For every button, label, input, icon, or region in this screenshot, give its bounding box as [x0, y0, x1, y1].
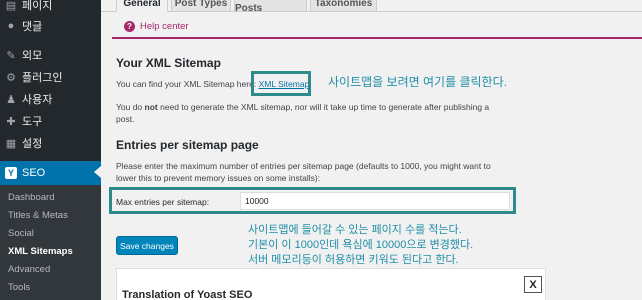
sidebar-item-label: 외모	[22, 50, 43, 62]
help-divider	[112, 37, 642, 39]
close-button[interactable]: X	[524, 276, 542, 293]
sidebar-item-appearance[interactable]: ✎ 외모	[0, 44, 101, 66]
comment-icon: ●	[7, 20, 15, 32]
sidebar-item-label: 댓글	[22, 21, 43, 33]
entries-desc-line2: lower this to prevent memory issues on s…	[116, 173, 321, 183]
help-center-label: Help center	[140, 21, 189, 32]
note-suffix: need to generate the XML sitemap, nor wi…	[157, 102, 490, 112]
submenu-xml-sitemaps[interactable]: XML Sitemaps	[8, 246, 73, 257]
submenu-advanced[interactable]: Advanced	[8, 264, 50, 275]
submenu-dashboard[interactable]: Dashboard	[8, 192, 54, 203]
sidebar-item-plugins[interactable]: ⚙ 플러그인	[0, 66, 101, 88]
settings-icon: ▦	[5, 137, 17, 150]
tab-post-types[interactable]: Post Types	[171, 0, 231, 12]
page-icon: ▤	[5, 0, 17, 12]
entries-heading: Entries per sitemap page	[116, 138, 259, 152]
xml-sitemap-heading: Your XML Sitemap	[116, 56, 221, 70]
sidebar-item-comments[interactable]: ● 댓글	[0, 15, 101, 37]
sidebar-item-tools[interactable]: ✚ 도구	[0, 110, 101, 132]
seo-submenu: Dashboard Titles & Metas Social XML Site…	[0, 185, 101, 300]
sitemap-link-callout	[251, 71, 311, 96]
sidebar-item-label: 도구	[22, 116, 43, 128]
submenu-titles-metas[interactable]: Titles & Metas	[8, 210, 68, 221]
sidebar-item-label: 페이지	[22, 0, 53, 12]
sidebar-item-settings[interactable]: ▦ 설정	[0, 132, 101, 154]
sidebar-item-label: 플러그인	[22, 72, 63, 84]
annotation-entries-line3: 서버 메모리등이 허용하면 키워도 된다고 한다.	[248, 254, 459, 266]
tab-taxonomies[interactable]: Taxonomies	[310, 0, 377, 12]
submenu-tools[interactable]: Tools	[8, 282, 30, 293]
admin-sidebar: ▤ 페이지 ● 댓글 ✎ 외모 ⚙ 플러그인 ♟ 사용자 ✚ 도구 ▦ 설정 Y…	[0, 0, 101, 300]
note-prefix: You do	[116, 102, 145, 112]
sidebar-item-label: 사용자	[22, 94, 53, 106]
yoast-icon: Y	[5, 167, 17, 179]
active-indicator	[94, 166, 101, 178]
note-bold: not	[144, 102, 158, 112]
help-icon: ?	[124, 21, 135, 32]
brush-icon: ✎	[6, 49, 16, 62]
submenu-social[interactable]: Social	[8, 228, 34, 239]
help-center-toggle[interactable]: ? Help center	[124, 21, 189, 32]
plugin-icon: ⚙	[6, 71, 16, 84]
annotation-entries-line2: 기본이 이 1000인데 욕심에 10000으로 변경했다.	[248, 239, 474, 251]
tab-excluded-posts[interactable]: Excluded Posts	[234, 0, 307, 14]
sidebar-item-users[interactable]: ♟ 사용자	[0, 88, 101, 110]
annotation-click-sitemap: 사이트맵을 보려면 여기를 클릭한다.	[328, 75, 507, 89]
sidebar-item-seo[interactable]: Y SEO	[0, 161, 101, 185]
sitemap-note-line2: post.	[116, 114, 135, 124]
sidebar-item-pages[interactable]: ▤ 페이지	[0, 0, 101, 16]
user-icon: ♟	[6, 93, 16, 106]
max-entries-label: Max entries per sitemap:	[116, 197, 210, 207]
max-entries-input[interactable]	[240, 192, 510, 210]
save-changes-button[interactable]: Save changes	[116, 236, 178, 255]
translation-title: Translation of Yoast SEO	[122, 289, 253, 300]
tab-bar: General Post Types Excluded Posts Taxono…	[101, 0, 642, 14]
sitemap-text-prefix: You can find your XML Sitemap here:	[116, 79, 257, 89]
entries-desc-line1: Please enter the maximum number of entri…	[116, 161, 491, 171]
sitemap-note-line1: You do not need to generate the XML site…	[116, 101, 489, 113]
sidebar-item-label: 설정	[22, 138, 43, 150]
tab-general[interactable]: General	[116, 0, 168, 12]
wrench-icon: ✚	[6, 115, 16, 128]
annotation-entries-line1: 사이트맵에 들어갈 수 있는 페이지 수를 적는다.	[248, 224, 462, 236]
sidebar-item-label: SEO	[22, 167, 46, 179]
